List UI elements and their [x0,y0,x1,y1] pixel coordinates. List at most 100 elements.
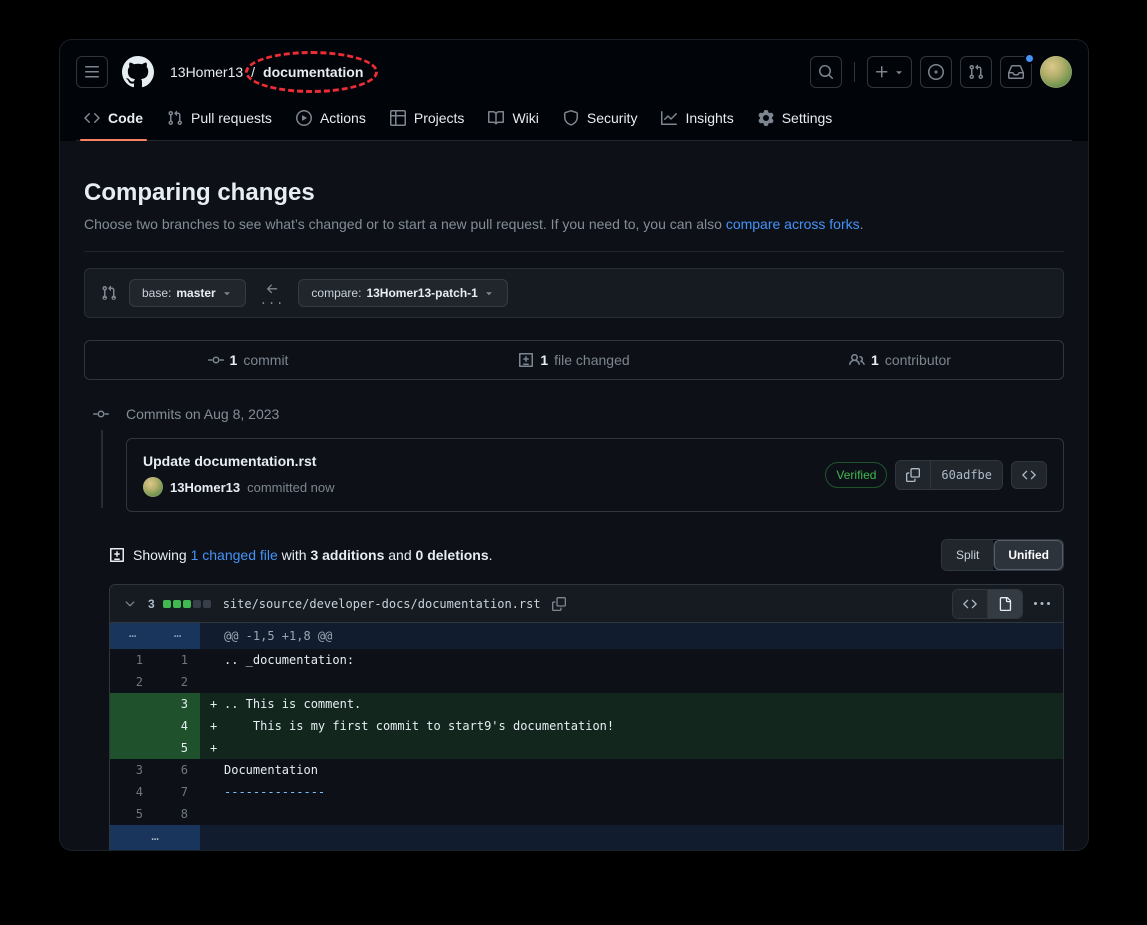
new-line-number: 7 [155,781,200,803]
app-header: 13Homer13 / documentation [60,40,1088,141]
kebab-icon [1034,596,1050,612]
summary-with: with [278,547,311,563]
tab-label: Wiki [512,110,538,126]
browser-viewport: 13Homer13 / documentation [60,40,1088,850]
contributors-count: 1 [871,352,879,368]
tab-code[interactable]: Code [76,100,151,140]
tab-wiki[interactable]: Wiki [480,100,546,140]
diffstat-blocks [163,600,211,608]
commit-title-link[interactable]: Update documentation.rst [143,453,335,469]
summary-prefix: Showing [133,547,191,563]
files-changed-section: Showing 1 changed file with 3 additions … [109,540,1064,850]
new-line-number: 6 [155,759,200,781]
diff-sign [210,759,224,781]
file-icon [998,597,1012,611]
people-icon [849,352,865,368]
base-branch-selector[interactable]: base: master [129,279,246,307]
hamburger-icon [84,64,100,80]
tab-actions[interactable]: Actions [288,100,374,140]
copy-file-path-button[interactable] [549,594,569,614]
search-button[interactable] [810,56,842,88]
files-changed-stat[interactable]: 1 file changed [411,341,737,379]
range-dots: ... [260,296,285,304]
triangle-down-icon [221,287,233,299]
file-options-button[interactable] [1031,593,1053,615]
summary-and: and [384,547,415,563]
contributors-stat[interactable]: 1 contributor [737,341,1063,379]
expander-code-cell [200,825,1063,850]
diff-sign [210,623,224,649]
expand-hunk-gutter[interactable]: ⋯ [155,623,200,649]
commit-author-link[interactable]: 13Homer13 [170,480,240,495]
old-line-number: 4 [110,781,155,803]
browse-repo-at-commit-button[interactable] [1011,461,1047,489]
compare-stats-bar: 1 commit 1 file changed 1 contributor [84,340,1064,380]
diff-line-context: 1 1 .. _documentation: [110,649,1063,671]
tab-projects[interactable]: Projects [382,100,473,140]
commits-stat[interactable]: 1 commit [85,341,411,379]
diff-sign [210,671,224,693]
book-icon [488,110,504,126]
verified-badge[interactable]: Verified [825,462,887,488]
inbox-icon [1008,64,1024,80]
tab-insights[interactable]: Insights [653,100,741,140]
hunk-header-row: ⋯ ⋯ @@ -1,5 +1,8 @@ [110,623,1063,649]
rendered-view-button[interactable] [987,590,1022,618]
user-avatar-button[interactable] [1040,56,1072,88]
code-line: Documentation [200,759,1063,781]
play-circle-icon [296,110,312,126]
code-line [200,803,1063,825]
pull-requests-button[interactable] [960,56,992,88]
summary-additions: 3 additions [310,547,384,563]
code-text: .. This is comment. [224,693,361,715]
sha-button-group: 60adfbe [895,460,1003,490]
chevron-down-icon [123,597,137,611]
global-menu-button[interactable] [76,56,108,88]
user-avatar [1040,56,1072,88]
diff-line-addition: 5 + [110,737,1063,759]
tab-settings[interactable]: Settings [750,100,841,140]
git-compare-icon [101,285,117,301]
contributors-label: contributor [885,352,951,368]
diff-line-context: 2 2 [110,671,1063,693]
copy-sha-button[interactable] [896,461,930,489]
copy-icon [552,597,566,611]
tab-security[interactable]: Security [555,100,646,140]
files-count: 1 [540,352,548,368]
old-line-number: 3 [110,759,155,781]
old-line-number: 2 [110,671,155,693]
triangle-down-icon [893,66,905,78]
github-logo[interactable] [122,56,154,88]
source-view-button[interactable] [953,590,987,618]
issues-button[interactable] [920,56,952,88]
breadcrumb-owner-link[interactable]: 13Homer13 [170,64,243,80]
graph-icon [661,110,677,126]
tab-label: Projects [414,110,465,126]
collapse-file-button[interactable] [120,594,140,614]
code-text: -------------- [224,781,325,803]
unified-view-button[interactable]: Unified [993,540,1063,570]
create-new-button[interactable] [867,56,912,88]
section-divider [84,251,1064,252]
commit-author-avatar[interactable] [143,477,163,497]
compare-branch-selector[interactable]: compare: 13Homer13-patch-1 [298,279,507,307]
view-mode-group [952,589,1023,619]
old-line-number: 1 [110,649,155,671]
new-line-number: 1 [155,649,200,671]
diff-line-context: 3 6 Documentation [110,759,1063,781]
compare-label: compare: [311,286,361,300]
hunk-header-cell: @@ -1,5 +1,8 @@ [200,623,1063,649]
page-intro: Choose two branches to see what’s change… [84,214,1064,235]
header-divider [854,62,855,82]
tab-pull-requests[interactable]: Pull requests [159,100,280,140]
file-diff-icon [518,352,534,368]
split-view-button[interactable]: Split [942,540,993,570]
compare-across-forks-link[interactable]: compare across forks [726,216,860,232]
expand-down-gutter[interactable]: ⋯ [110,825,200,850]
intro-text: Choose two branches to see what’s change… [84,216,726,232]
commit-sha-link[interactable]: 60adfbe [930,461,1002,489]
breadcrumb-repo-link[interactable]: documentation [263,64,363,80]
issue-opened-icon [928,64,944,80]
changed-file-link[interactable]: 1 changed file [191,547,278,563]
expand-hunk-gutter[interactable]: ⋯ [110,623,155,649]
